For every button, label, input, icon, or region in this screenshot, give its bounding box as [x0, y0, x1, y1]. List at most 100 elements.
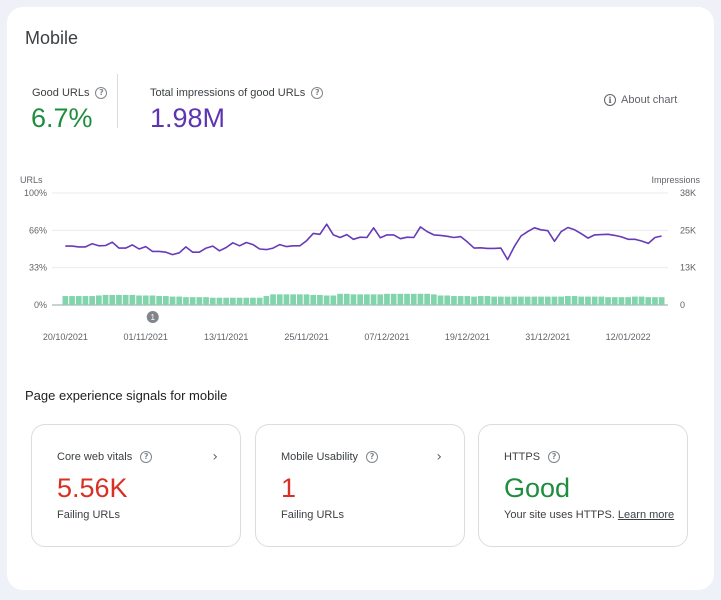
- good-urls-bar[interactable]: [270, 294, 276, 305]
- good-urls-bar[interactable]: [498, 296, 504, 305]
- good-urls-bar[interactable]: [544, 296, 551, 305]
- good-urls-bar[interactable]: [578, 296, 585, 305]
- good-urls-bar[interactable]: [183, 297, 189, 305]
- good-urls-bar[interactable]: [632, 296, 638, 305]
- good-urls-bar[interactable]: [424, 293, 430, 305]
- good-urls-bar[interactable]: [645, 297, 652, 305]
- good-urls-bar[interactable]: [317, 294, 323, 305]
- help-icon[interactable]: ?: [140, 451, 153, 463]
- good-urls-bar[interactable]: [531, 296, 538, 305]
- good-urls-bar[interactable]: [149, 295, 156, 305]
- good-urls-bar[interactable]: [518, 296, 524, 305]
- good-urls-bar[interactable]: [585, 296, 591, 305]
- good-urls-bar[interactable]: [290, 294, 296, 305]
- good-urls-bar[interactable]: [89, 296, 95, 305]
- good-urls-bar[interactable]: [209, 297, 216, 305]
- good-urls-bar[interactable]: [323, 295, 330, 305]
- good-urls-bar[interactable]: [524, 296, 531, 305]
- good-urls-bar[interactable]: [276, 294, 283, 305]
- good-urls-bar[interactable]: [538, 296, 544, 305]
- good-urls-bar[interactable]: [444, 295, 451, 305]
- good-urls-bar[interactable]: [611, 297, 618, 305]
- good-urls-bar[interactable]: [243, 297, 250, 305]
- good-urls-bar[interactable]: [457, 296, 464, 305]
- good-urls-bar[interactable]: [156, 296, 162, 305]
- good-urls-bar[interactable]: [565, 296, 571, 305]
- core-web-vitals-card[interactable]: Core web vitals ? › 5.56K Failing URLs: [31, 424, 241, 547]
- good-urls-bar[interactable]: [638, 296, 645, 305]
- good-urls-bar[interactable]: [397, 293, 404, 305]
- good-urls-bar[interactable]: [250, 297, 256, 305]
- good-urls-bar[interactable]: [116, 294, 122, 305]
- good-urls-bar[interactable]: [343, 293, 350, 305]
- good-urls-bar[interactable]: [357, 294, 363, 305]
- good-urls-bar[interactable]: [297, 294, 303, 305]
- good-urls-bar[interactable]: [189, 297, 196, 305]
- good-urls-bar[interactable]: [109, 294, 116, 305]
- good-urls-bar[interactable]: [384, 293, 390, 305]
- good-urls-bar[interactable]: [169, 296, 176, 305]
- good-urls-bar[interactable]: [571, 296, 578, 305]
- good-urls-bar[interactable]: [618, 297, 625, 305]
- annotation-marker[interactable]: 1: [146, 311, 159, 323]
- good-urls-bar[interactable]: [223, 297, 229, 305]
- good-urls-bar[interactable]: [417, 293, 424, 305]
- good-urls-bar[interactable]: [625, 297, 631, 305]
- good-urls-bar[interactable]: [370, 294, 377, 305]
- good-urls-bar[interactable]: [216, 297, 223, 305]
- good-urls-bar[interactable]: [652, 297, 658, 305]
- good-urls-bar[interactable]: [163, 296, 169, 305]
- good-urls-bar[interactable]: [591, 296, 598, 305]
- good-urls-bar[interactable]: [263, 296, 270, 305]
- good-urls-bar[interactable]: [377, 294, 384, 305]
- good-urls-bar[interactable]: [303, 294, 310, 305]
- good-urls-bar[interactable]: [364, 294, 370, 305]
- good-urls-bar[interactable]: [230, 297, 236, 305]
- good-urls-bar[interactable]: [256, 297, 263, 305]
- good-urls-bar[interactable]: [551, 296, 558, 305]
- good-urls-bar[interactable]: [102, 294, 109, 305]
- good-urls-bar[interactable]: [410, 293, 417, 305]
- good-urls-bar[interactable]: [96, 295, 102, 305]
- https-description: Your site uses HTTPS.: [504, 509, 615, 521]
- learn-more-link[interactable]: Learn more: [618, 509, 674, 521]
- good-urls-bar[interactable]: [477, 296, 484, 305]
- mobile-usability-card[interactable]: Mobile Usability ? › 1 Failing URLs: [255, 424, 465, 547]
- good-urls-bar[interactable]: [69, 296, 75, 305]
- good-urls-bar[interactable]: [437, 295, 444, 305]
- good-urls-bar[interactable]: [176, 296, 183, 305]
- good-urls-bar[interactable]: [330, 295, 337, 305]
- good-urls-bar[interactable]: [504, 296, 511, 305]
- good-urls-bar[interactable]: [451, 296, 457, 305]
- help-icon[interactable]: ?: [366, 451, 379, 463]
- help-icon[interactable]: ?: [548, 451, 561, 463]
- good-urls-bar[interactable]: [196, 297, 203, 305]
- good-urls-bar[interactable]: [431, 294, 437, 305]
- good-urls-bar[interactable]: [82, 296, 89, 305]
- good-urls-bar[interactable]: [283, 294, 290, 305]
- good-urls-bar[interactable]: [142, 295, 149, 305]
- good-urls-bar[interactable]: [337, 293, 343, 305]
- good-urls-bar[interactable]: [658, 297, 665, 305]
- chevron-right-icon[interactable]: ›: [436, 449, 442, 465]
- good-urls-bar[interactable]: [404, 293, 410, 305]
- good-urls-bar[interactable]: [558, 296, 564, 305]
- good-urls-bar[interactable]: [75, 296, 82, 305]
- good-urls-bar[interactable]: [484, 296, 491, 305]
- good-urls-bar[interactable]: [491, 296, 497, 305]
- good-urls-bar[interactable]: [598, 296, 605, 305]
- good-urls-bar[interactable]: [605, 297, 611, 305]
- good-urls-bar[interactable]: [122, 294, 129, 305]
- good-urls-bar[interactable]: [236, 297, 243, 305]
- good-urls-bar[interactable]: [136, 295, 142, 305]
- good-urls-bar[interactable]: [511, 296, 518, 305]
- good-urls-bar[interactable]: [471, 296, 477, 305]
- good-urls-bar[interactable]: [203, 297, 209, 305]
- good-urls-bar[interactable]: [350, 294, 357, 305]
- good-urls-bar[interactable]: [62, 296, 69, 305]
- good-urls-bar[interactable]: [464, 296, 471, 305]
- good-urls-bar[interactable]: [129, 294, 136, 305]
- good-urls-bar[interactable]: [390, 293, 397, 305]
- chevron-right-icon[interactable]: ›: [212, 449, 218, 465]
- good-urls-bar[interactable]: [310, 294, 317, 305]
